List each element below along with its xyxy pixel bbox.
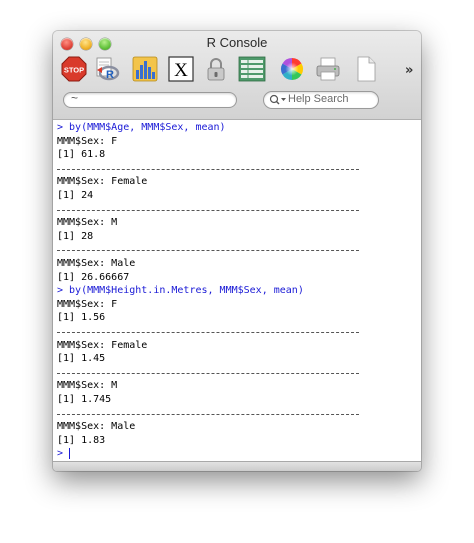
output-separator — [57, 168, 359, 170]
stop-label: STOP — [64, 66, 84, 75]
console-output-line: MMM$Sex: Male — [57, 421, 136, 433]
stop-button[interactable]: STOP — [61, 56, 87, 82]
authorize-button[interactable] — [203, 56, 229, 82]
x11-button[interactable]: X — [168, 56, 194, 82]
console-output-line: [1] 26.66667 — [57, 271, 130, 283]
print-button[interactable] — [315, 56, 341, 82]
new-document-button[interactable] — [353, 56, 379, 82]
output-separator — [57, 413, 359, 415]
lock-icon — [207, 58, 225, 81]
bar-chart-icon — [132, 56, 158, 82]
console-command-line: > by(MMM$Height.in.Metres, MMM$Sex, mean… — [57, 285, 304, 297]
status-bar — [53, 461, 421, 471]
console-output-line: MMM$Sex: M — [57, 217, 118, 229]
output-separator — [57, 209, 359, 211]
console-output-line: [1] 28 — [57, 230, 94, 242]
color-wheel-icon — [281, 58, 303, 80]
search-icon — [269, 94, 286, 105]
quartz-plot-button[interactable] — [132, 56, 158, 82]
new-document-icon — [357, 56, 376, 82]
console-output[interactable]: > by(MMM$Age, MMM$Sex, mean) MMM$Sex: F [1… — [53, 120, 421, 461]
output-separator — [57, 332, 359, 333]
data-table-icon — [238, 56, 266, 82]
help-search-field[interactable]: Help Search — [263, 91, 379, 109]
colors-button[interactable] — [279, 56, 305, 82]
data-editor-button[interactable] — [238, 56, 266, 82]
print-icon — [316, 57, 340, 81]
title-bar: R Console STOP R X » ~ Help Search — [53, 31, 421, 120]
window-title: R Console — [206, 35, 268, 50]
x11-icon: X — [168, 56, 194, 82]
output-separator — [57, 372, 359, 374]
r-console-window: R Console STOP R X » ~ Help Search > by(… — [53, 31, 421, 471]
console-output-line: MMM$Sex: Female — [57, 339, 148, 351]
working-directory-field[interactable]: ~ — [63, 91, 237, 108]
console-output-line: MMM$Sex: Female — [57, 176, 148, 188]
console-output-line: [1] 1.45 — [57, 353, 106, 365]
x11-label: X — [174, 60, 188, 81]
console-output-line: [1] 1.83 — [57, 434, 106, 446]
console-output-line: MMM$Sex: F — [57, 298, 118, 310]
console-output-line: [1] 1.56 — [57, 312, 106, 324]
console-output-line: [1] 1.745 — [57, 394, 112, 405]
svg-text:R: R — [106, 69, 114, 81]
console-prompt[interactable]: > — [57, 449, 63, 459]
help-search-placeholder: Help Search — [288, 93, 349, 105]
working-directory-value: ~ — [71, 91, 79, 105]
r-source-icon: R — [96, 57, 120, 81]
output-separator — [57, 250, 359, 252]
console-command-line: > by(MMM$Age, MMM$Sex, mean) — [57, 122, 226, 133]
console-output-line: MMM$Sex: F — [57, 135, 118, 147]
stop-icon: STOP — [61, 56, 87, 82]
console-output-line: MMM$Sex: Male — [57, 258, 136, 269]
source-script-button[interactable]: R — [94, 56, 120, 82]
console-output-line: [1] 61.8 — [57, 149, 106, 161]
console-output-line: MMM$Sex: M — [57, 380, 118, 392]
toolbar-overflow-chevron[interactable]: » — [405, 63, 413, 78]
console-output-line: [1] 24 — [57, 190, 94, 201]
text-cursor — [69, 448, 70, 460]
